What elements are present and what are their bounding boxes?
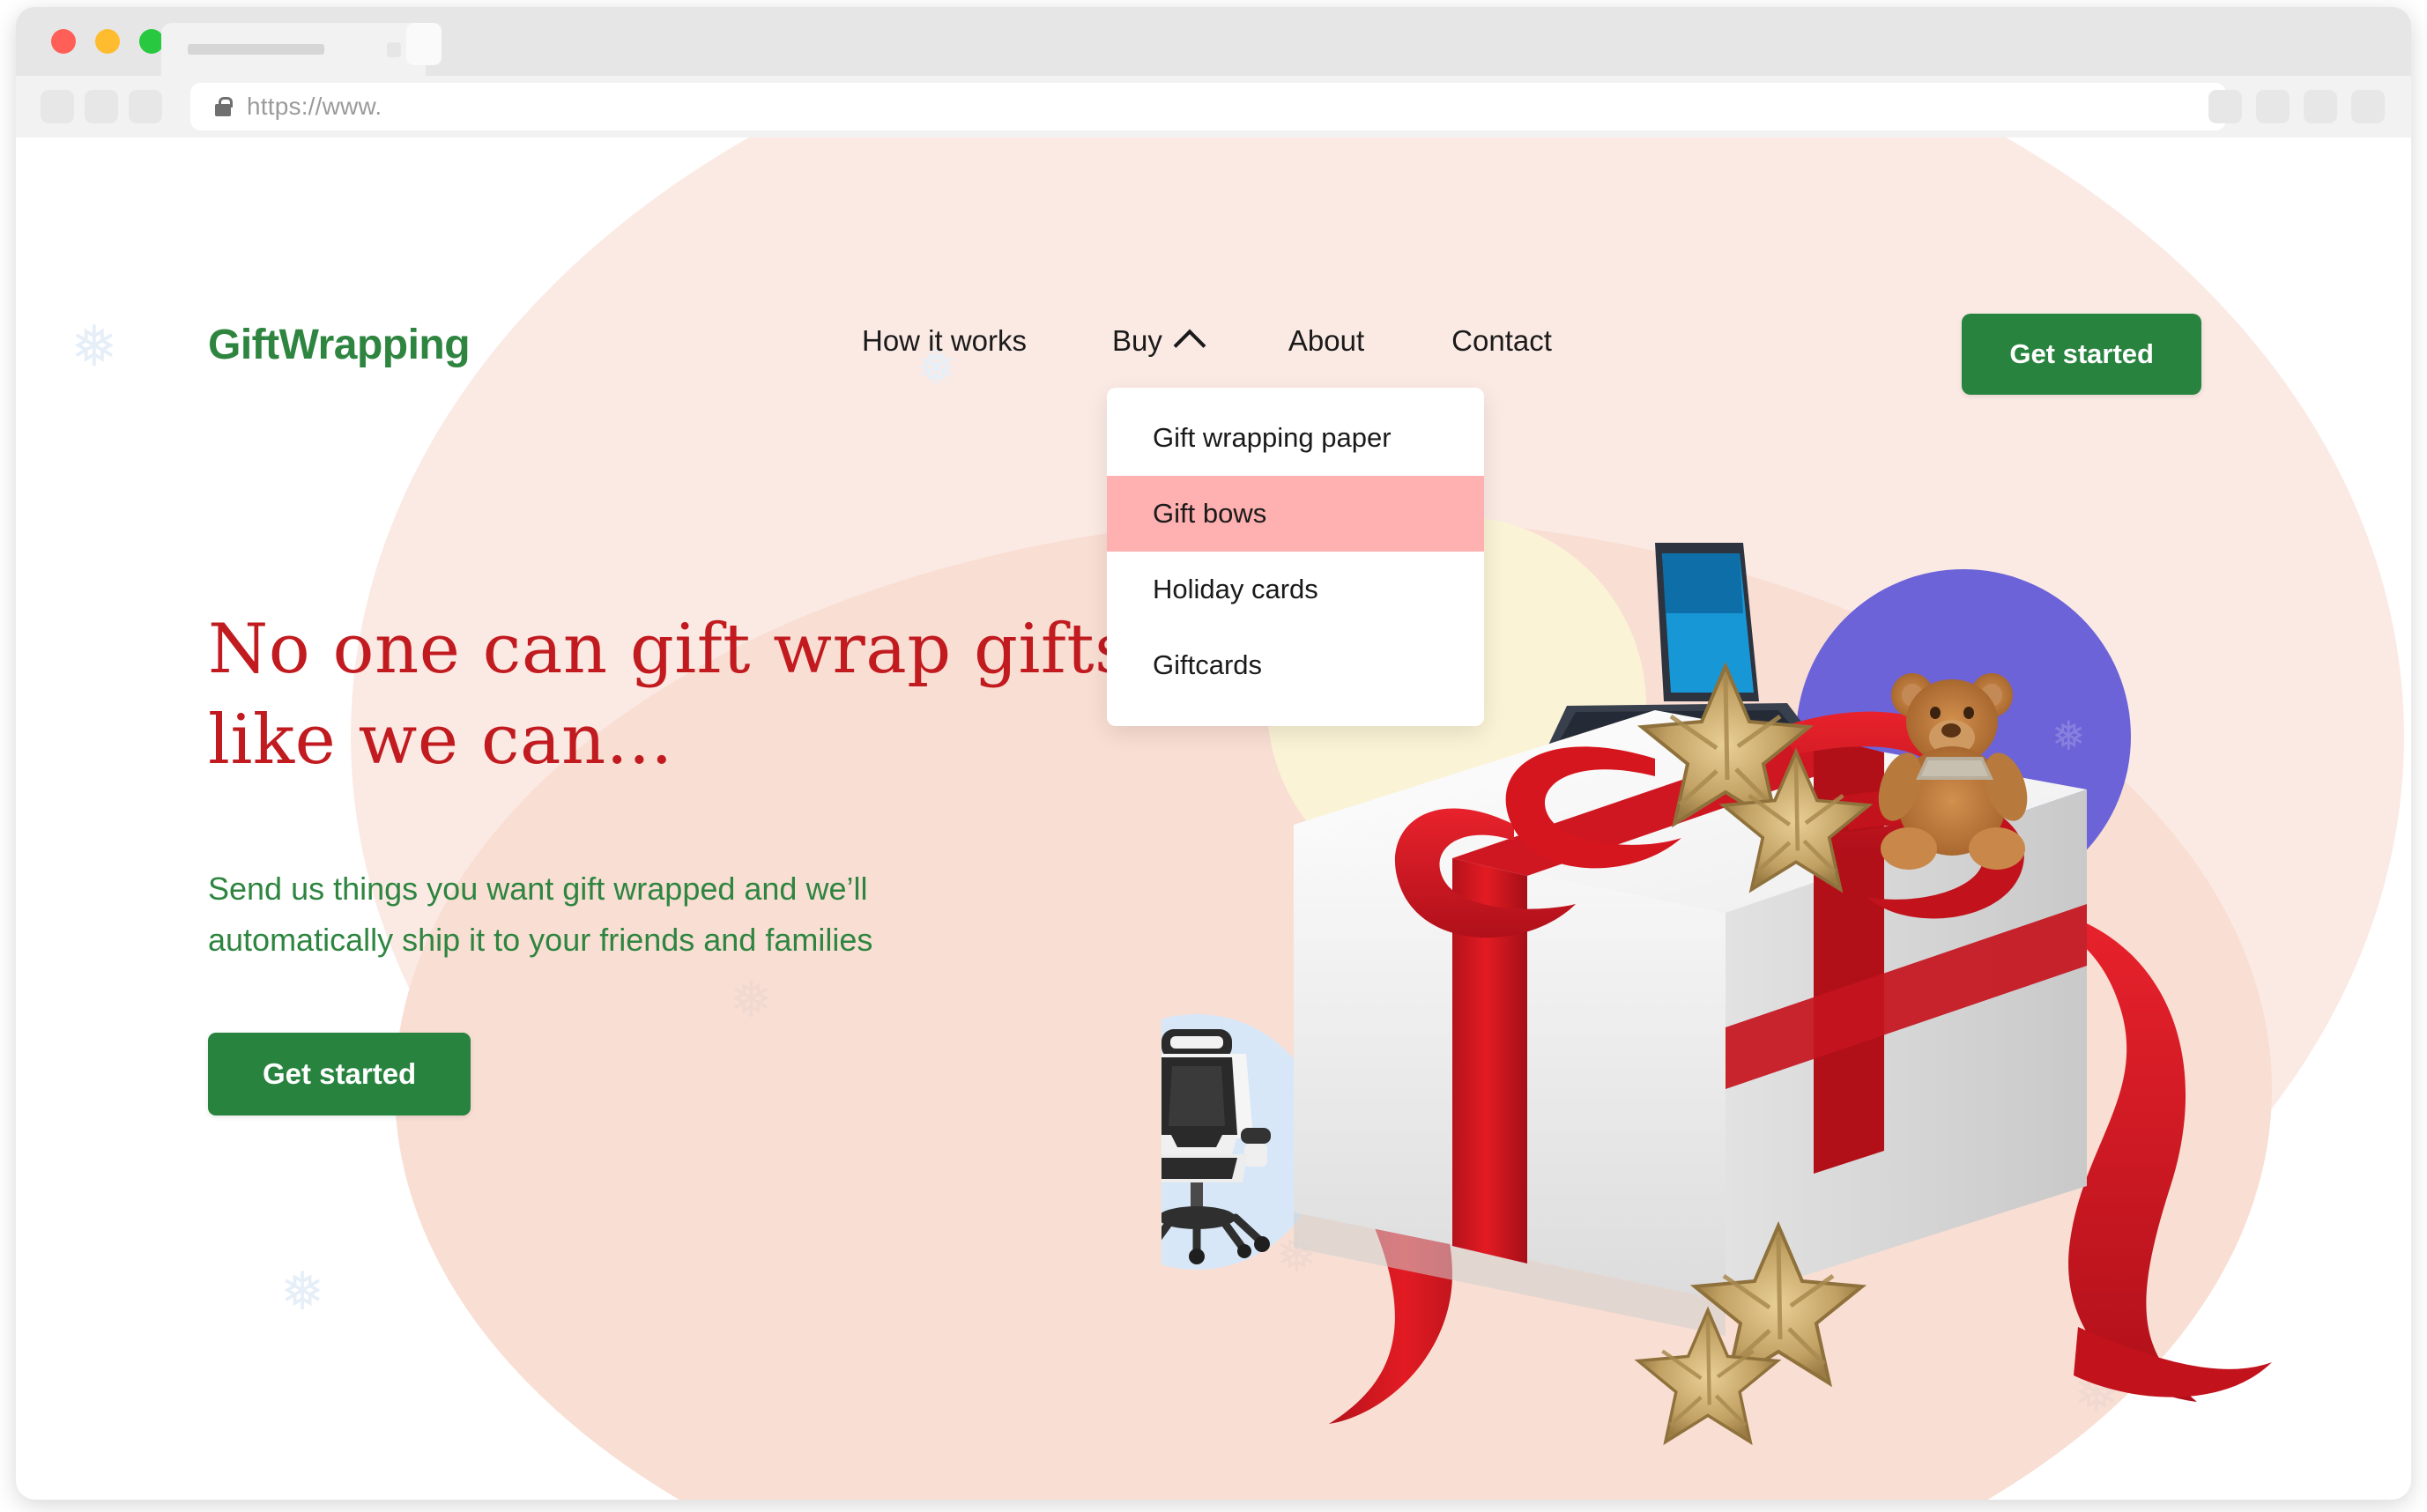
lock-icon bbox=[215, 97, 233, 116]
dropdown-item-giftcards[interactable]: Giftcards bbox=[1107, 627, 1484, 703]
menu-button[interactable] bbox=[2351, 90, 2385, 123]
hero-get-started-button[interactable]: Get started bbox=[208, 1033, 471, 1115]
tab-title-placeholder bbox=[188, 44, 324, 55]
nav-link-contact[interactable]: Contact bbox=[1451, 324, 1552, 358]
dropdown-item-gift-wrapping-paper[interactable]: Gift wrapping paper bbox=[1107, 400, 1484, 476]
main-navigation: How it works Buy About Contact bbox=[862, 324, 1552, 362]
close-window-button[interactable] bbox=[51, 29, 76, 54]
browser-toolbar: https://www. bbox=[16, 76, 2411, 137]
profile-button[interactable] bbox=[2304, 90, 2337, 123]
browser-tab-strip bbox=[16, 7, 2411, 76]
hero-subtext: Send us things you want gift wrapped and… bbox=[208, 871, 873, 959]
site-header bbox=[16, 137, 2411, 296]
nav-link-buy[interactable]: Buy bbox=[1112, 324, 1206, 362]
dropdown-item-gift-bows[interactable]: Gift bows bbox=[1107, 476, 1484, 552]
window-traffic-lights bbox=[51, 29, 164, 54]
nav-link-about[interactable]: About bbox=[1288, 324, 1364, 358]
browser-tab[interactable] bbox=[161, 23, 426, 76]
back-button[interactable] bbox=[41, 90, 74, 123]
forward-button[interactable] bbox=[85, 90, 118, 123]
maximize-window-button[interactable] bbox=[139, 29, 164, 54]
header-get-started-button[interactable]: Get started bbox=[1962, 314, 2201, 395]
svg-text:❅: ❅ bbox=[2052, 712, 2086, 760]
snowflake-icon: ❅ bbox=[280, 1262, 325, 1321]
new-tab-button[interactable] bbox=[406, 23, 442, 65]
extensions-button[interactable] bbox=[2208, 90, 2242, 123]
browser-toolbar-actions bbox=[2208, 90, 2385, 123]
page-viewport: ❅ ❅ ❅ ❅ ❅ ❅ ❅ GiftWrapping How it works … bbox=[16, 137, 2411, 1500]
site-logo[interactable]: GiftWrapping bbox=[208, 321, 471, 369]
dropdown-item-holiday-cards[interactable]: Holiday cards bbox=[1107, 552, 1484, 627]
browser-nav-buttons bbox=[41, 90, 162, 123]
nav-link-how-it-works[interactable]: How it works bbox=[862, 324, 1027, 358]
teddy-bear bbox=[1878, 673, 2028, 870]
snowflake-icon: ❅ bbox=[71, 315, 118, 378]
url-text: https://www. bbox=[247, 93, 382, 120]
browser-window: https://www. ❅ ❅ ❅ ❅ ❅ ❅ ❅ GiftWrapping … bbox=[16, 7, 2411, 1500]
tab-close-icon[interactable] bbox=[387, 42, 401, 57]
reload-button[interactable] bbox=[129, 90, 162, 123]
minimize-window-button[interactable] bbox=[95, 29, 120, 54]
snowflake-icon: ❅ bbox=[730, 971, 773, 1028]
chevron-up-icon bbox=[1173, 329, 1206, 362]
address-bar[interactable]: https://www. bbox=[190, 83, 2226, 130]
nav-link-buy-label: Buy bbox=[1112, 324, 1162, 357]
bookmark-button[interactable] bbox=[2256, 90, 2290, 123]
buy-dropdown-menu: Gift wrapping paper Gift bows Holiday ca… bbox=[1107, 388, 1484, 726]
